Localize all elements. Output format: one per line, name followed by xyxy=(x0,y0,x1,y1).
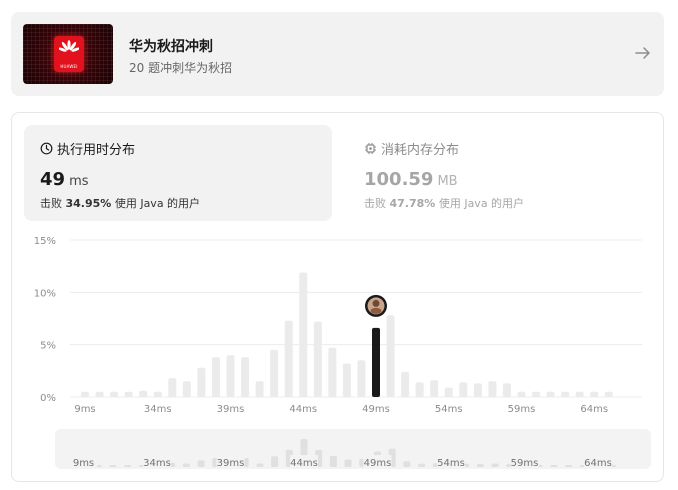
x-tick-label: 34ms xyxy=(144,404,172,415)
chart-bar xyxy=(430,380,439,397)
overview-bar xyxy=(197,460,205,467)
x-tick-label: 9ms xyxy=(74,404,95,415)
chart-bar xyxy=(81,391,89,397)
overview-bar xyxy=(550,465,558,467)
chart-bar xyxy=(502,383,511,397)
overview-bar xyxy=(344,459,352,467)
chart-bar xyxy=(517,391,526,397)
chart-bar xyxy=(561,391,570,397)
chart-bar xyxy=(284,320,293,397)
chart-bar xyxy=(401,371,410,397)
chart-bar xyxy=(255,381,264,397)
chart-bar xyxy=(95,391,104,397)
overview-x-tick-label: 44ms xyxy=(290,458,318,469)
overview-x-tick-label: 64ms xyxy=(584,458,612,469)
overview-bar xyxy=(418,463,426,467)
huawei-logo-text: HUAWEI xyxy=(60,64,78,69)
y-tick-label: 0% xyxy=(40,393,56,404)
overview-bar xyxy=(403,461,411,467)
chart-bar xyxy=(590,391,599,397)
chart-bar xyxy=(473,383,482,397)
chart-bar xyxy=(197,367,206,397)
x-tick-label: 59ms xyxy=(508,404,536,415)
overview-x-tick-label: 34ms xyxy=(143,458,171,469)
overview-x-tick-label: 54ms xyxy=(437,458,465,469)
x-tick-label: 49ms xyxy=(362,404,390,415)
chart-bar xyxy=(226,355,235,397)
overview-bar xyxy=(182,463,190,467)
overview-bar xyxy=(476,463,484,467)
x-tick-label: 44ms xyxy=(289,404,317,415)
arrow-right-icon[interactable] xyxy=(634,44,652,62)
y-tick-label: 15% xyxy=(34,236,56,247)
x-tick-label: 64ms xyxy=(580,404,608,415)
study-plan-banner[interactable]: HUAWEI 华为秋招冲刺 20 题冲刺华为秋招 xyxy=(11,12,664,96)
chart-bar xyxy=(241,357,250,397)
chart-bar xyxy=(546,391,555,397)
chart-bar xyxy=(459,382,468,397)
user-avatar-icon xyxy=(365,294,387,317)
x-tick-label: 39ms xyxy=(217,404,245,415)
chart-bar xyxy=(328,347,337,397)
banner-subtitle: 20 题冲刺华为秋招 xyxy=(129,61,233,75)
overview-bar xyxy=(329,455,337,467)
chart-bar xyxy=(313,321,322,397)
highlight-bar xyxy=(372,327,380,397)
overview-x-tick-label: 9ms xyxy=(73,458,94,469)
chart-bar xyxy=(357,360,366,397)
runtime-distribution-chart: 15% 10% 5% 0% 9ms 34ms 39ms 44ms 49ms 54ms 59ms 64m… xyxy=(34,236,642,469)
chart-bar xyxy=(604,391,613,397)
x-tick-label: 54ms xyxy=(435,404,463,415)
overview-bar xyxy=(109,465,117,467)
chart-bar xyxy=(532,391,541,397)
banner-thumbnail: HUAWEI xyxy=(23,24,113,84)
overview-x-tick-label: 49ms xyxy=(364,458,392,469)
chart-bar xyxy=(211,357,220,397)
banner-title: 华为秋招冲刺 xyxy=(129,39,213,55)
y-tick-label: 10% xyxy=(34,288,56,299)
chart-bar xyxy=(488,381,497,397)
chart-bar xyxy=(110,391,119,397)
chart-bar xyxy=(415,382,424,397)
chart-bar xyxy=(153,391,162,397)
overview-bar xyxy=(491,463,499,467)
chart-bar xyxy=(182,381,191,397)
chart-bar xyxy=(444,387,453,397)
submission-distribution-panel: 执行用时分布 49 ms 击败 34.95% 使用 Java 的用户 消耗内存分布… xyxy=(11,112,664,482)
chart-bar xyxy=(270,349,279,397)
overview-x-tick-label: 39ms xyxy=(217,458,245,469)
overview-x-tick-label: 59ms xyxy=(511,458,539,469)
chart-bar xyxy=(124,391,133,397)
chart-bar xyxy=(386,315,395,397)
chart-bar xyxy=(299,272,308,397)
overview-bar xyxy=(256,463,264,467)
huawei-logo-icon: HUAWEI xyxy=(54,36,84,72)
y-tick-label: 5% xyxy=(40,341,56,352)
chart-bar xyxy=(139,390,148,397)
chart-bar xyxy=(342,363,351,397)
overview-bar xyxy=(124,465,132,467)
chart-bar xyxy=(575,391,584,397)
chart-bar xyxy=(168,378,177,397)
overview-bar xyxy=(271,456,279,467)
overview-bar xyxy=(565,465,573,467)
